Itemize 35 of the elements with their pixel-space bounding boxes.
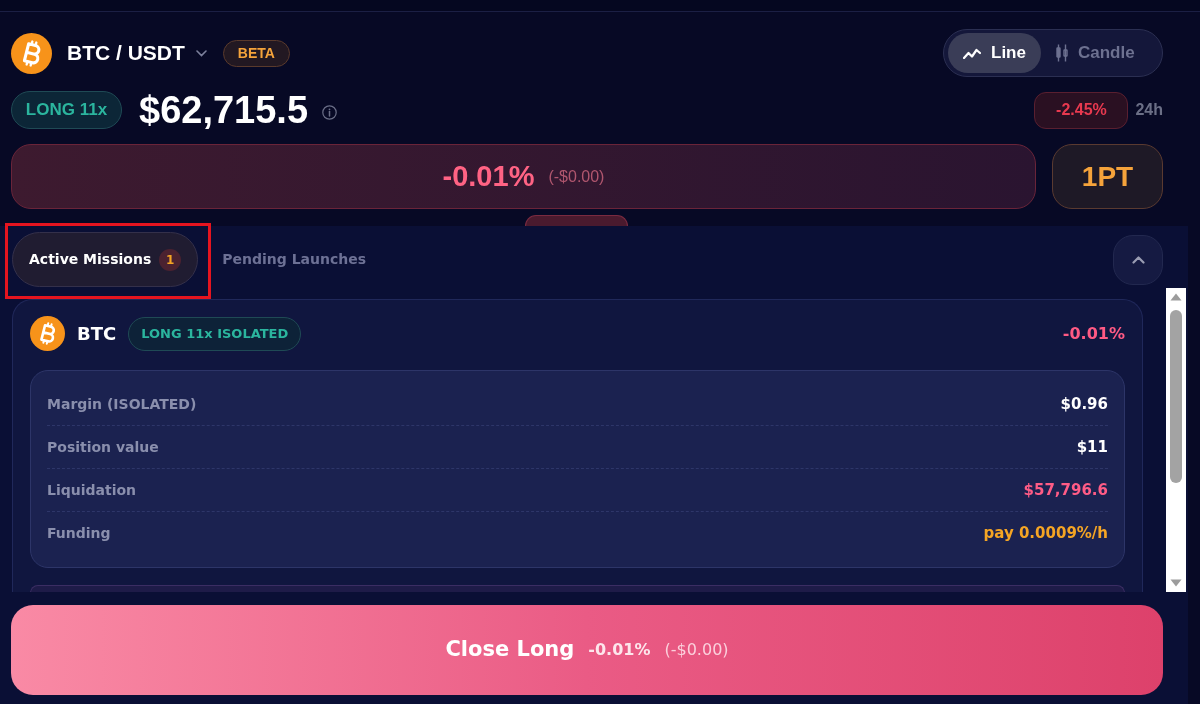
scroll-up-arrow-icon[interactable] [1170,293,1182,301]
price-text: $62,715.5 [139,91,309,129]
position-pnl: -0.01% [1062,322,1125,345]
detail-value: $11 [1076,436,1108,458]
chevron-down-icon[interactable] [195,49,207,57]
scrollbar[interactable] [1166,288,1186,592]
period-label: 24h [1135,100,1163,120]
detail-label: Liquidation [47,480,137,500]
detail-value: $57,796.6 [1023,479,1108,501]
candlestick-icon [1055,44,1068,62]
asset-name: BTC [77,322,117,346]
pnl-percent: -0.01% [442,158,535,194]
mission-tab[interactable]: Active Missions 1 [12,232,199,287]
change-badge: -2.45% [1034,91,1129,129]
detail-value: pay 0.0009%/h [983,523,1108,545]
detail-label: Margin (ISOLATED) [47,394,197,414]
count-badge: 1 [159,248,182,271]
pair-title[interactable]: BTC / USDT [67,37,185,69]
points-display: 1PT [1052,144,1163,209]
chart-mode-tab[interactable]: Line [948,33,1041,73]
detail-label: Position value [47,437,159,457]
position-badge: LONG 11x ISOLATED [128,316,302,351]
info-icon[interactable] [322,104,338,120]
coin-icon [11,32,52,74]
beta-badge: BETA [222,39,290,67]
scrollbar-thumb[interactable] [1170,310,1182,483]
mission-tab[interactable]: Pending Launches [205,232,384,287]
pnl-amount: (-$0.00) [548,166,605,187]
scroll-down-arrow-icon[interactable] [1170,579,1182,587]
detail-value: $0.96 [1060,393,1108,415]
side-badge: LONG 11x [11,91,122,129]
coin-icon [30,316,65,351]
line-chart-icon [963,47,981,59]
chart-mode-tab[interactable]: Candle [1040,33,1150,73]
detail-label: Funding [47,524,111,543]
